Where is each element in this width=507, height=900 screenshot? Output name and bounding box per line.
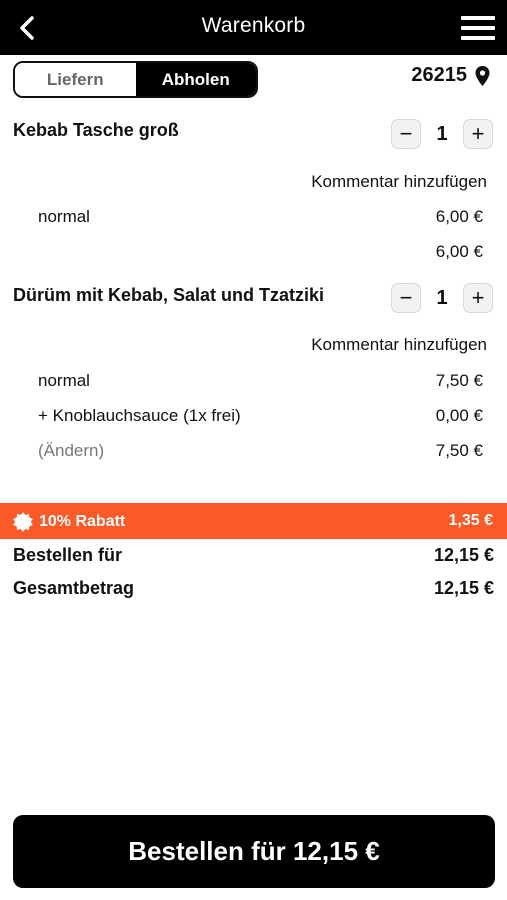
change-options-link[interactable]: (Ändern) <box>38 441 104 461</box>
quantity-stepper: − 1 + <box>391 283 493 313</box>
add-comment-link[interactable]: Kommentar hinzufügen <box>311 335 487 355</box>
delivery-mode-toggle: Liefern Abholen <box>13 61 258 98</box>
decrease-quantity-button[interactable]: − <box>391 283 421 313</box>
item-option-label: normal <box>38 207 90 226</box>
add-comment-link[interactable]: Kommentar hinzufügen <box>311 172 487 192</box>
quantity-stepper: − 1 + <box>391 119 493 149</box>
badge-icon <box>13 512 33 532</box>
item-subtotal: 6,00 € <box>435 242 483 261</box>
item-option-price: 7,50 € <box>435 371 483 390</box>
page-title: Warenkorb <box>201 14 306 37</box>
item-option-label: + Knoblauchsauce (1x frei) <box>38 406 241 425</box>
decrease-quantity-button[interactable]: − <box>391 119 421 149</box>
quantity-value: 1 <box>436 286 448 309</box>
cart-item-name: Kebab Tasche groß <box>13 120 179 140</box>
increase-quantity-button[interactable]: + <box>463 119 493 149</box>
total-value: 12,15 € <box>433 578 494 598</box>
discount-banner: 10% Rabatt 1,35 € <box>0 503 507 539</box>
item-subtotal: 7,50 € <box>435 441 483 460</box>
order-for-label: Bestellen für <box>13 545 123 565</box>
discount-amount: 1,35 € <box>448 512 493 529</box>
location-selector[interactable]: 26215 <box>411 64 490 87</box>
cart-item-name: Dürüm mit Kebab, Salat und Tzatziki <box>13 285 325 305</box>
hamburger-menu-icon[interactable] <box>461 16 495 40</box>
toggle-option-abholen[interactable]: Abholen <box>135 63 256 96</box>
place-order-button[interactable]: Bestellen für 12,15 € <box>13 815 495 888</box>
total-label: Gesamtbetrag <box>13 578 135 598</box>
location-pin-icon <box>475 65 490 86</box>
header-bar: Warenkorb <box>0 0 507 55</box>
toggle-option-liefern[interactable]: Liefern <box>15 63 136 96</box>
zip-code: 26215 <box>411 64 467 86</box>
quantity-value: 1 <box>436 122 448 145</box>
item-option-price: 0,00 € <box>435 406 483 425</box>
discount-label: 10% Rabatt <box>39 513 126 530</box>
increase-quantity-button[interactable]: + <box>463 283 493 313</box>
discount-label-group: 10% Rabatt <box>13 512 125 532</box>
item-option-label: normal <box>38 371 90 390</box>
order-for-value: 12,15 € <box>433 545 494 565</box>
item-option-price: 6,00 € <box>435 207 483 226</box>
